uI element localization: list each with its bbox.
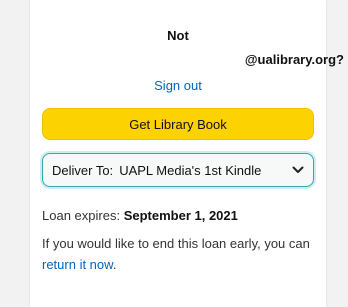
account-prompt-line1: Not	[167, 28, 189, 43]
loan-expires-label: Loan expires:	[42, 208, 121, 223]
loan-expires: Loan expires: September 1, 2021	[42, 208, 238, 223]
borrow-panel: Not @ualibrary.org? Sign out Get Library…	[30, 0, 344, 307]
end-loan-text-before: If you would like to end this loan early…	[42, 236, 310, 251]
account-prompt-line2: @ualibrary.org?	[244, 52, 344, 67]
get-library-book-button[interactable]: Get Library Book	[42, 108, 314, 140]
end-loan-text-after: .	[112, 257, 117, 272]
deliver-to-value: UAPL Media's 1st Kindle	[119, 162, 262, 178]
loan-expires-date: September 1, 2021	[123, 208, 238, 223]
return-it-now-link[interactable]: return it now	[42, 257, 113, 272]
deliver-to-select[interactable]: Deliver To: UAPL Media's 1st Kindle	[42, 153, 314, 187]
end-loan-text: If you would like to end this loan early…	[42, 233, 322, 275]
deliver-to-label: Deliver To:	[52, 162, 114, 178]
chevron-down-icon	[291, 163, 305, 177]
sign-out-link[interactable]: Sign out	[30, 78, 326, 93]
